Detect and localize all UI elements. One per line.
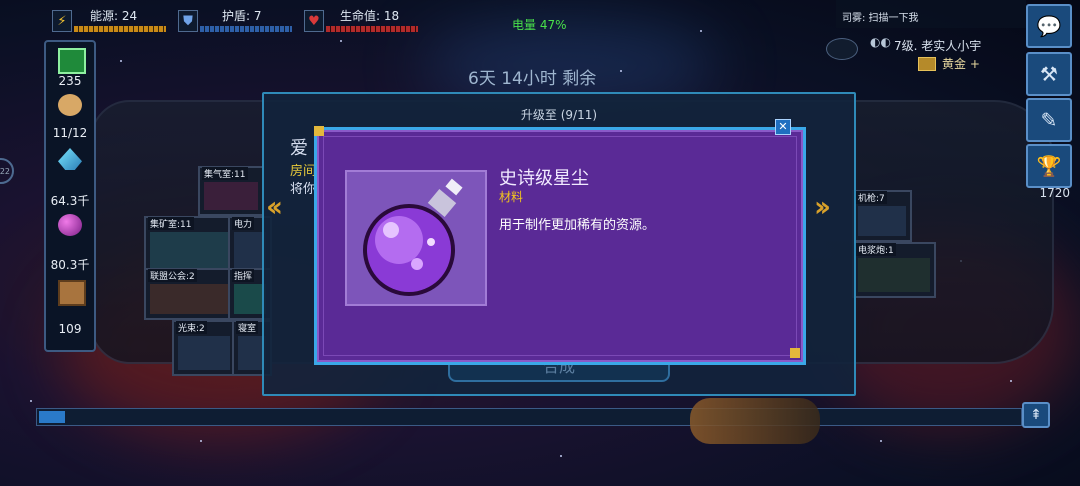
close-button[interactable]: ✕ — [775, 119, 791, 135]
energy-bar — [74, 26, 166, 32]
item-card: 史诗级星尘 材料 用于制作更加稀有的资源。 — [314, 127, 806, 365]
close-icon: ✕ — [778, 120, 788, 133]
room-label: 联盟公会:2 — [148, 269, 197, 282]
ticket-icon: ✎ — [1040, 108, 1058, 132]
cash-value: 235 — [58, 74, 82, 88]
market-button[interactable]: ✎ — [1026, 98, 1072, 142]
prev-arrow[interactable]: ‹‹ — [266, 190, 283, 223]
gas-value: 80.3千 — [50, 258, 90, 272]
cash-icon — [58, 48, 86, 74]
speech-bubble-icon: 💬 — [1036, 14, 1062, 38]
bg-will: 将你 — [290, 182, 317, 197]
expand-button[interactable]: ⇞ — [1022, 402, 1050, 428]
energy-label: 能源: 24 — [90, 8, 138, 23]
build-button[interactable]: ⚒ — [1026, 52, 1072, 96]
shield-bar — [200, 26, 292, 32]
room-alliance[interactable]: 联盟公会:2 — [144, 268, 234, 320]
mineral-value: 64.3千 — [50, 194, 90, 208]
bottom-ship — [690, 398, 820, 444]
chat-button[interactable]: 💬 — [1026, 4, 1072, 48]
room-label: 集矿室:11 — [148, 217, 194, 230]
room-beam[interactable]: 光束:2 — [172, 320, 236, 376]
item-image-box — [345, 170, 487, 306]
room-gas[interactable]: 集气室:11 — [198, 166, 264, 216]
resource-sidebar: 235 11/12 64.3千 80.3千 109 — [44, 40, 96, 352]
room-label: 光束:2 — [176, 321, 207, 334]
battery-status: 电量 47% — [512, 18, 567, 32]
signal-icon: ◐◐ — [870, 35, 891, 49]
room-label: 寝室 — [236, 321, 259, 334]
gas-orb-icon — [58, 214, 82, 236]
room-label: 机枪:7 — [856, 191, 887, 204]
room-machinegun[interactable]: 机枪:7 — [852, 190, 912, 242]
item-name: 史诗级星尘 — [499, 168, 589, 189]
heart-icon: ♥ — [304, 10, 324, 32]
crew-bread-icon — [58, 94, 82, 116]
mineral-crystal-icon — [58, 148, 82, 170]
gold-rank-icon — [918, 56, 936, 71]
trophy-button[interactable]: 🏆 — [1026, 144, 1072, 188]
shield-label: 护盾: 7 — [222, 8, 262, 23]
room-label: 集气室:11 — [202, 167, 248, 180]
hp-label: 生命值: 18 — [340, 8, 400, 23]
progress-bar[interactable] — [36, 408, 1022, 426]
supply-crate-icon — [58, 280, 86, 306]
item-type: 材料 — [499, 190, 524, 204]
trophy-count: 1720 — [1039, 186, 1070, 200]
shield-icon: ⛊ — [178, 10, 198, 32]
bg-room: 房间 — [290, 164, 317, 179]
room-label: 电力 — [232, 217, 255, 230]
fog-text: 司雾: 扫描一下我 — [842, 13, 919, 24]
lightning-icon: ⚡ — [52, 10, 72, 32]
stack-up-icon: ⇞ — [1030, 407, 1042, 423]
room-label: 指挥 — [232, 269, 255, 282]
bg-love: 爱 — [290, 138, 308, 159]
stardust-flask-icon — [363, 178, 463, 296]
rank-badge[interactable]: 黄金 + — [918, 55, 980, 72]
corner-ornament — [790, 348, 800, 358]
upgrade-title: 升级至 (9/11) — [520, 108, 598, 122]
left-edge-badge[interactable]: 22 — [0, 158, 14, 184]
supply-value: 109 — [58, 322, 82, 336]
item-description: 用于制作更加稀有的资源。 — [499, 218, 656, 233]
room-label: 电浆炮:1 — [856, 243, 896, 256]
crew-value: 11/12 — [52, 126, 88, 140]
time-remaining: 6天 14小时 剩余 — [468, 69, 597, 89]
next-arrow[interactable]: ›› — [814, 190, 831, 223]
hp-bar — [326, 26, 418, 32]
corner-ornament — [314, 126, 324, 136]
trophy-icon: 🏆 — [1036, 154, 1062, 178]
rank-label: 黄金 + — [942, 57, 980, 71]
hammer-icon: ⚒ — [1040, 62, 1058, 86]
room-plasma[interactable]: 电浆炮:1 — [852, 242, 936, 298]
ship-thumb[interactable] — [826, 38, 858, 60]
